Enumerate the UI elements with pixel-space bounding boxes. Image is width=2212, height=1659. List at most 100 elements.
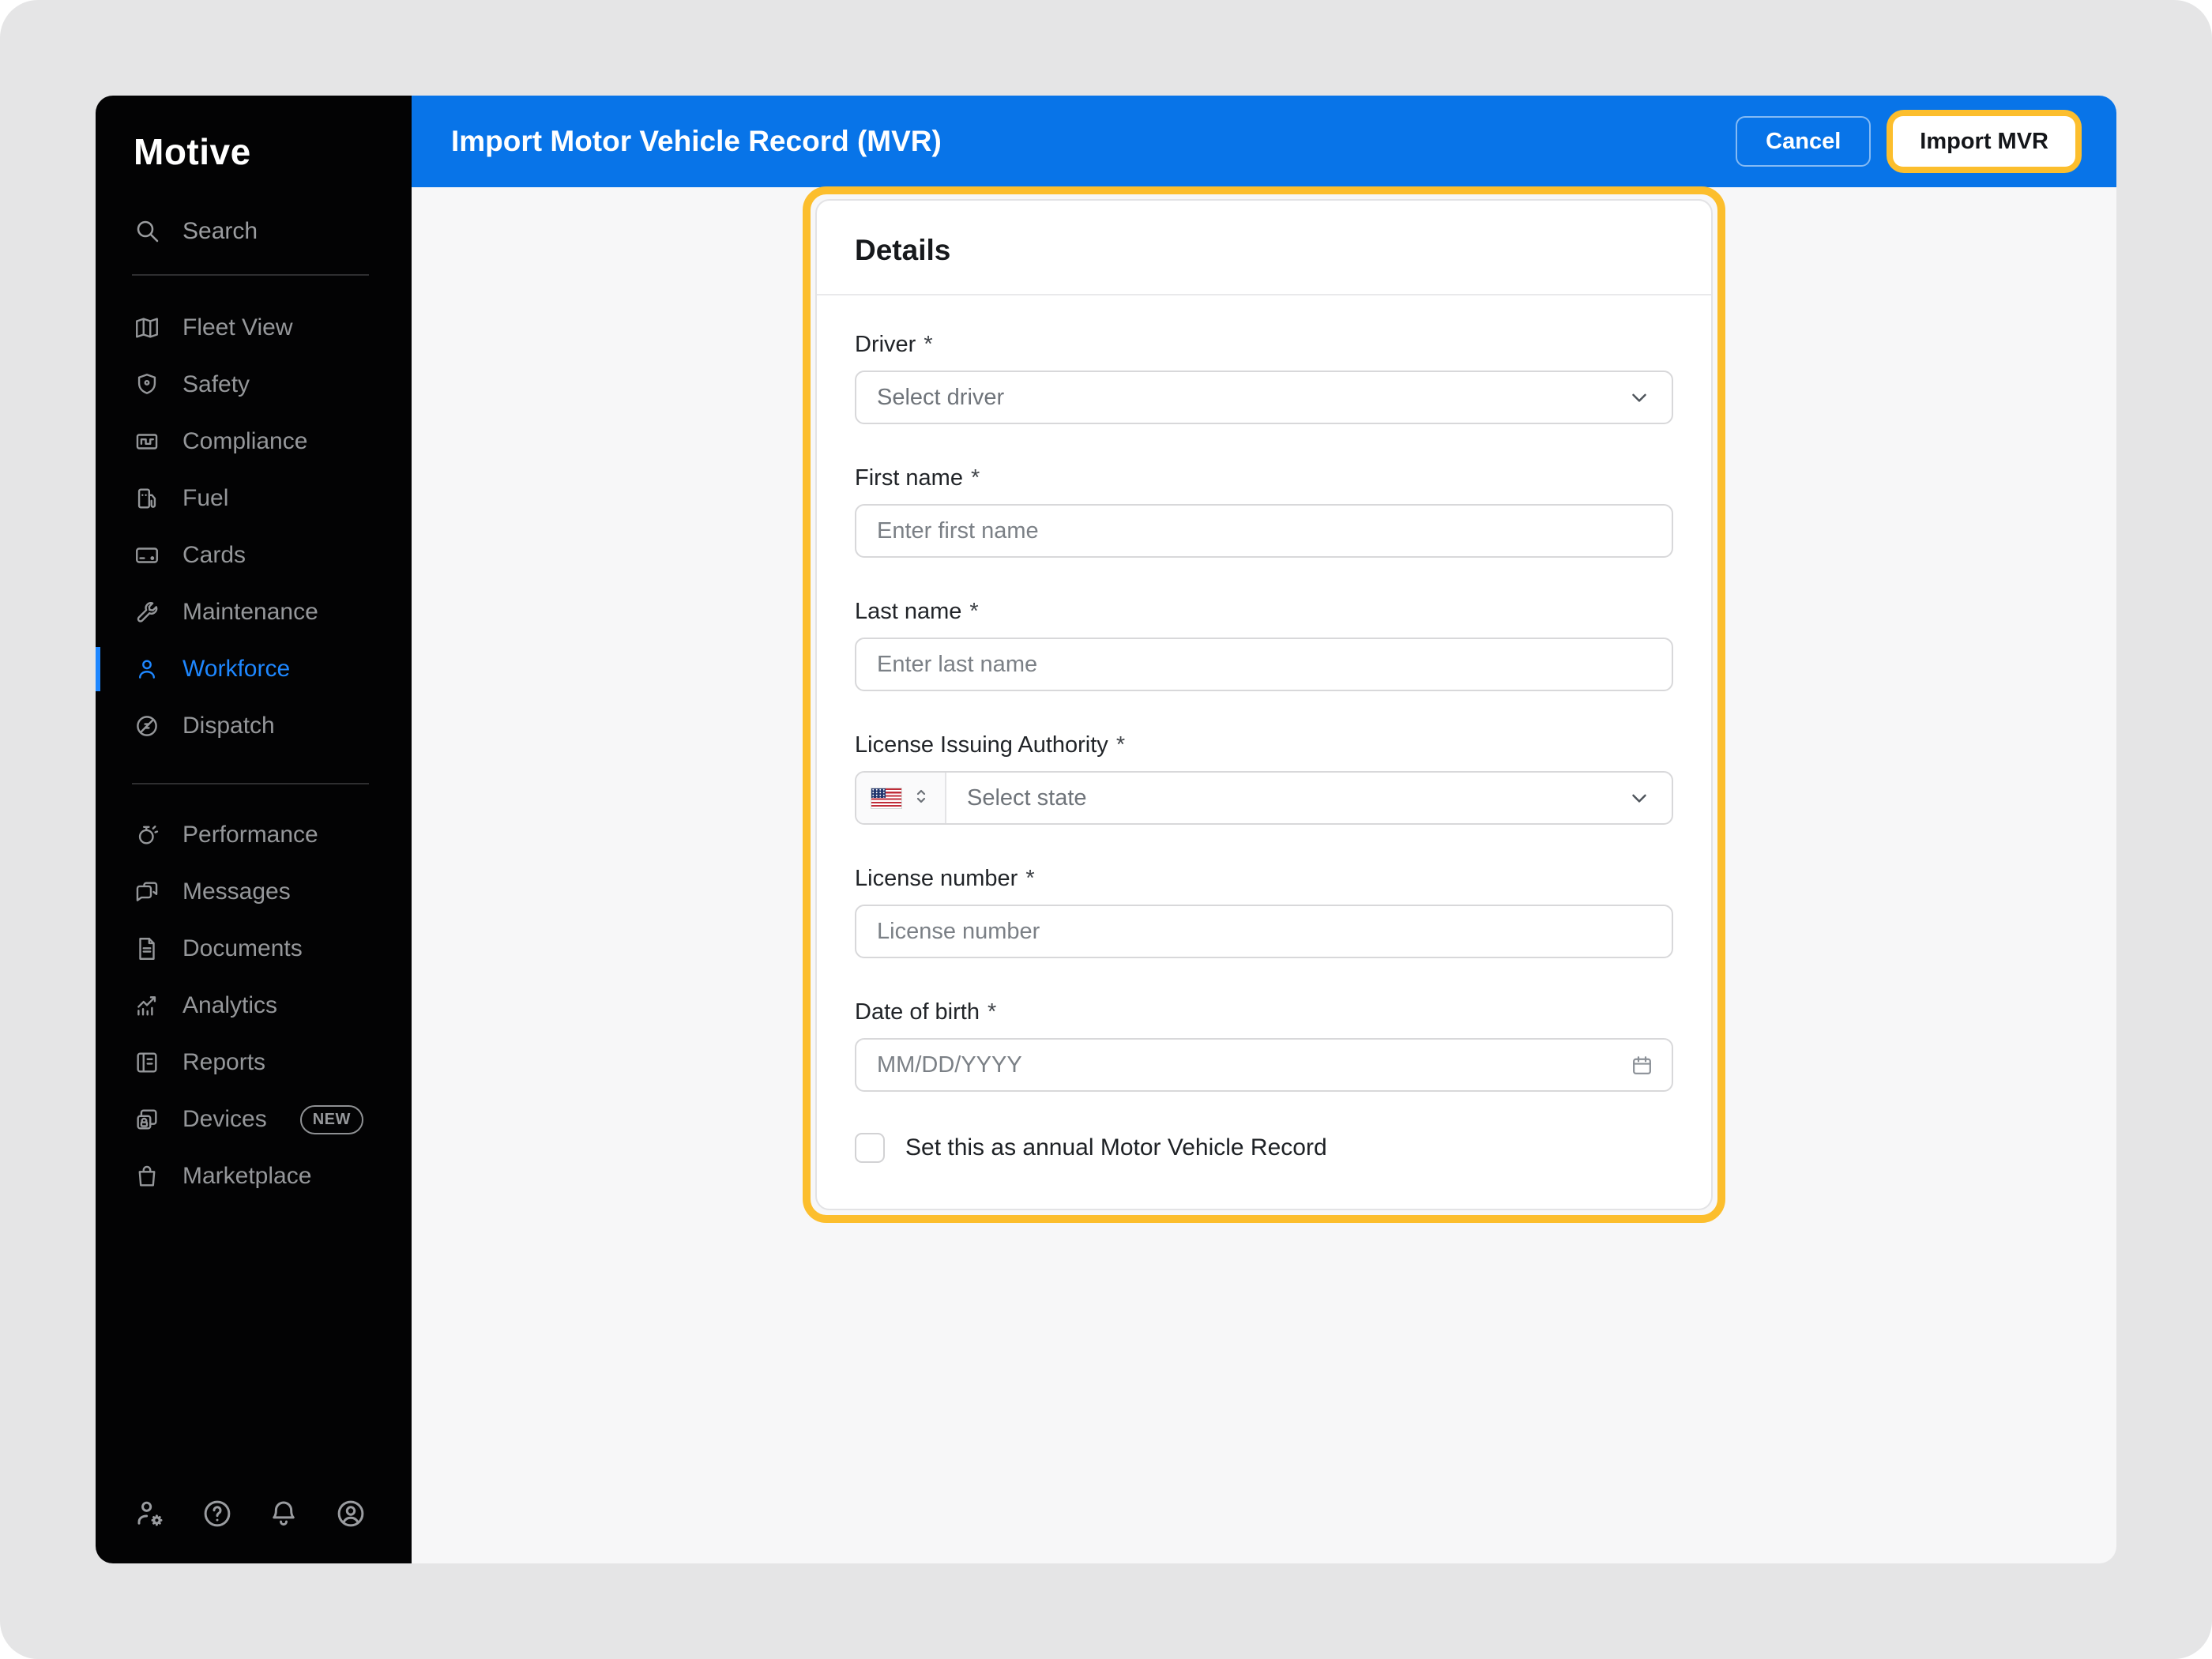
- license-number-label: License number *: [855, 866, 1673, 892]
- last-name-input[interactable]: [855, 638, 1673, 691]
- sidebar-item-label: Dispatch: [182, 713, 275, 739]
- fuel-pump-icon: [134, 485, 160, 512]
- motive-logo: Motive: [96, 96, 412, 173]
- driver-label-text: Driver: [855, 332, 916, 358]
- shopping-bag-icon: [134, 1163, 160, 1190]
- card-title: Details: [817, 201, 1711, 294]
- sidebar-item-maintenance[interactable]: Maintenance: [96, 584, 412, 641]
- sidebar-item-reports[interactable]: Reports: [96, 1034, 412, 1091]
- dob-label-text: Date of birth: [855, 999, 980, 1025]
- sidebar-item-performance[interactable]: Performance: [96, 807, 412, 863]
- first-name-label-text: First name: [855, 465, 963, 491]
- wrench-icon: [134, 599, 160, 626]
- page-title: Import Motor Vehicle Record (MVR): [451, 125, 942, 158]
- flag-canton: [871, 788, 886, 798]
- app-window: Motive Search Fleet View Safety Complian…: [96, 96, 2116, 1563]
- sidebar-item-label: Reports: [182, 1049, 265, 1076]
- details-card: Details Driver * Select driver: [815, 199, 1713, 1210]
- sidebar-item-label: Documents: [182, 935, 303, 962]
- first-name-input[interactable]: [855, 504, 1673, 558]
- sidebar-search[interactable]: Search: [134, 217, 412, 246]
- chevron-down-icon: [1627, 786, 1651, 810]
- required-marker: *: [988, 999, 996, 1025]
- first-name-field-group: First name *: [855, 465, 1673, 558]
- sidebar-footer: [96, 1497, 412, 1563]
- annual-mvr-checkbox-label: Set this as annual Motor Vehicle Record: [905, 1134, 1327, 1161]
- state-select[interactable]: Select state: [946, 773, 1672, 823]
- required-marker: *: [1025, 866, 1034, 892]
- sidebar-item-marketplace[interactable]: Marketplace: [96, 1148, 412, 1205]
- sidebar-item-safety[interactable]: Safety: [96, 356, 412, 413]
- document-icon: [134, 935, 160, 962]
- license-authority-label: License Issuing Authority *: [855, 732, 1673, 758]
- last-name-label-text: Last name: [855, 599, 961, 625]
- admin-user-gear-icon[interactable]: [134, 1497, 167, 1530]
- search-icon: [134, 217, 162, 246]
- sidebar-item-label: Fleet View: [182, 314, 293, 341]
- chat-bubbles-icon: [134, 878, 160, 905]
- sidebar-item-analytics[interactable]: Analytics: [96, 977, 412, 1034]
- required-marker: *: [971, 465, 980, 491]
- license-authority-field-group: License Issuing Authority * S: [855, 732, 1673, 825]
- search-label: Search: [182, 218, 258, 245]
- sidebar-item-workforce[interactable]: Workforce: [96, 641, 412, 698]
- map-icon: [134, 314, 160, 341]
- dob-input[interactable]: [855, 1038, 1673, 1092]
- cancel-button[interactable]: Cancel: [1736, 116, 1871, 167]
- license-number-label-text: License number: [855, 866, 1018, 892]
- sidebar-item-cards[interactable]: Cards: [96, 527, 412, 584]
- sidebar-item-label: Compliance: [182, 428, 307, 455]
- country-selector[interactable]: [856, 773, 946, 823]
- analytics-chart-icon: [134, 992, 160, 1019]
- sidebar-item-fleet-view[interactable]: Fleet View: [96, 299, 412, 356]
- sidebar-item-label: Maintenance: [182, 599, 318, 626]
- driver-select[interactable]: Select driver: [855, 371, 1673, 424]
- required-marker: *: [969, 599, 978, 625]
- import-mvr-button[interactable]: Import MVR: [1893, 116, 2075, 167]
- sidebar-item-label: Safety: [182, 371, 250, 398]
- card-body: Driver * Select driver First name *: [817, 295, 1711, 1209]
- person-icon: [134, 656, 160, 683]
- us-flag-icon: [871, 788, 902, 809]
- calendar-icon[interactable]: [1630, 1053, 1654, 1078]
- devices-icon: [134, 1106, 160, 1133]
- notifications-bell-icon[interactable]: [267, 1497, 300, 1530]
- required-marker: *: [924, 332, 932, 358]
- new-badge: NEW: [300, 1105, 363, 1134]
- stopwatch-icon: [134, 822, 160, 848]
- sidebar-item-fuel[interactable]: Fuel: [96, 470, 412, 527]
- first-name-label: First name *: [855, 465, 1673, 491]
- help-icon[interactable]: [201, 1497, 234, 1530]
- sidebar-item-label: Messages: [182, 878, 291, 905]
- report-list-icon: [134, 1049, 160, 1076]
- license-number-input[interactable]: [855, 905, 1673, 958]
- compliance-icon: [134, 428, 160, 455]
- license-authority-combo: Select state: [855, 771, 1673, 825]
- last-name-field-group: Last name *: [855, 599, 1673, 691]
- annual-mvr-checkbox[interactable]: [855, 1133, 885, 1163]
- chevron-down-icon: [1627, 386, 1651, 409]
- sidebar: Motive Search Fleet View Safety Complian…: [96, 96, 412, 1563]
- sidebar-item-label: Workforce: [182, 656, 290, 683]
- details-card-highlight-ring: Details Driver * Select driver: [803, 186, 1725, 1223]
- account-icon[interactable]: [334, 1497, 367, 1530]
- sidebar-item-compliance[interactable]: Compliance: [96, 413, 412, 470]
- sidebar-divider: [132, 274, 369, 276]
- dispatch-icon: [134, 713, 160, 739]
- page-header: Import Motor Vehicle Record (MVR) Cancel…: [412, 96, 2116, 187]
- sidebar-item-label: Analytics: [182, 992, 277, 1019]
- import-button-highlight-ring: Import MVR: [1887, 110, 2082, 173]
- required-marker: *: [1116, 732, 1125, 758]
- sidebar-item-label: Devices: [182, 1106, 267, 1133]
- sidebar-item-dispatch[interactable]: Dispatch: [96, 698, 412, 754]
- sidebar-item-messages[interactable]: Messages: [96, 863, 412, 920]
- sidebar-item-label: Marketplace: [182, 1163, 311, 1190]
- annual-mvr-checkbox-row[interactable]: Set this as annual Motor Vehicle Record: [855, 1133, 1673, 1163]
- sidebar-item-documents[interactable]: Documents: [96, 920, 412, 977]
- sidebar-item-devices[interactable]: Devices NEW: [96, 1091, 412, 1148]
- driver-field-group: Driver * Select driver: [855, 332, 1673, 424]
- state-select-placeholder: Select state: [967, 785, 1087, 811]
- sidebar-nav-group-1: Fleet View Safety Compliance Fuel Cards: [96, 299, 412, 754]
- header-actions: Cancel Import MVR: [1736, 110, 2082, 173]
- active-indicator-bar: [96, 647, 100, 691]
